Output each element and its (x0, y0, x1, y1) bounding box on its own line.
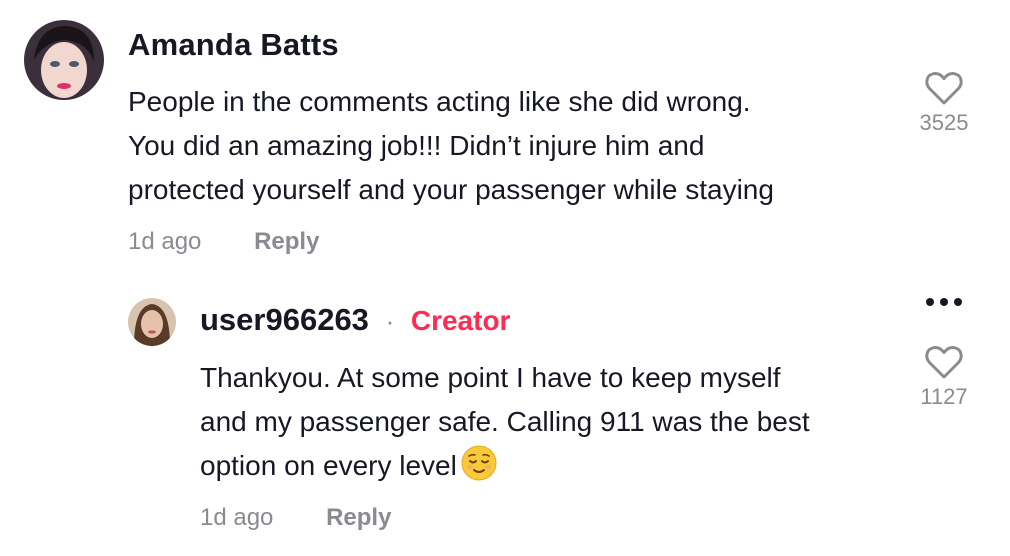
comment-username[interactable]: Amanda Batts (128, 27, 339, 63)
comment-thread: Amanda Batts People in the comments acti… (0, 0, 1010, 556)
comment-text: People in the comments acting like she d… (128, 80, 888, 212)
reply-text: Thankyou. At some point I have to keep m… (200, 356, 900, 488)
reply-text-line: Thankyou. At some point I have to keep m… (200, 362, 781, 393)
creator-badge: Creator (410, 305, 511, 336)
comment-time: 1d ago (128, 228, 202, 255)
more-dots-icon[interactable] (920, 292, 968, 312)
comment-text-line: You did an amazing job!!! Didn’t injure … (128, 130, 705, 161)
heart-icon (925, 346, 963, 379)
reply-button[interactable]: Reply (254, 228, 319, 255)
separator-dot: · (385, 306, 395, 336)
relieved-face-emoji (461, 445, 497, 481)
reply-username[interactable]: user966263 (200, 302, 369, 337)
reply-meta: 1d ago Reply (200, 504, 391, 532)
comment-meta: 1d ago Reply (128, 228, 319, 256)
comment-text-line: protected yourself and your passenger wh… (128, 174, 774, 205)
reply-time: 1d ago (200, 504, 274, 531)
heart-icon (925, 72, 963, 105)
reply-text-line: option on every level (200, 450, 457, 481)
avatar[interactable] (24, 20, 104, 100)
reply-button[interactable]: Reply (326, 504, 391, 531)
reply-text-line: and my passenger safe. Calling 911 was t… (200, 406, 810, 437)
avatar[interactable] (128, 298, 176, 346)
like-button[interactable]: 3525 (904, 70, 984, 136)
comment-text-line: People in the comments acting like she d… (128, 86, 751, 117)
like-count: 1127 (920, 384, 968, 409)
reply-header: user966263 · Creator (200, 302, 510, 338)
like-count: 3525 (919, 110, 969, 135)
like-button[interactable]: 1127 (904, 344, 984, 410)
